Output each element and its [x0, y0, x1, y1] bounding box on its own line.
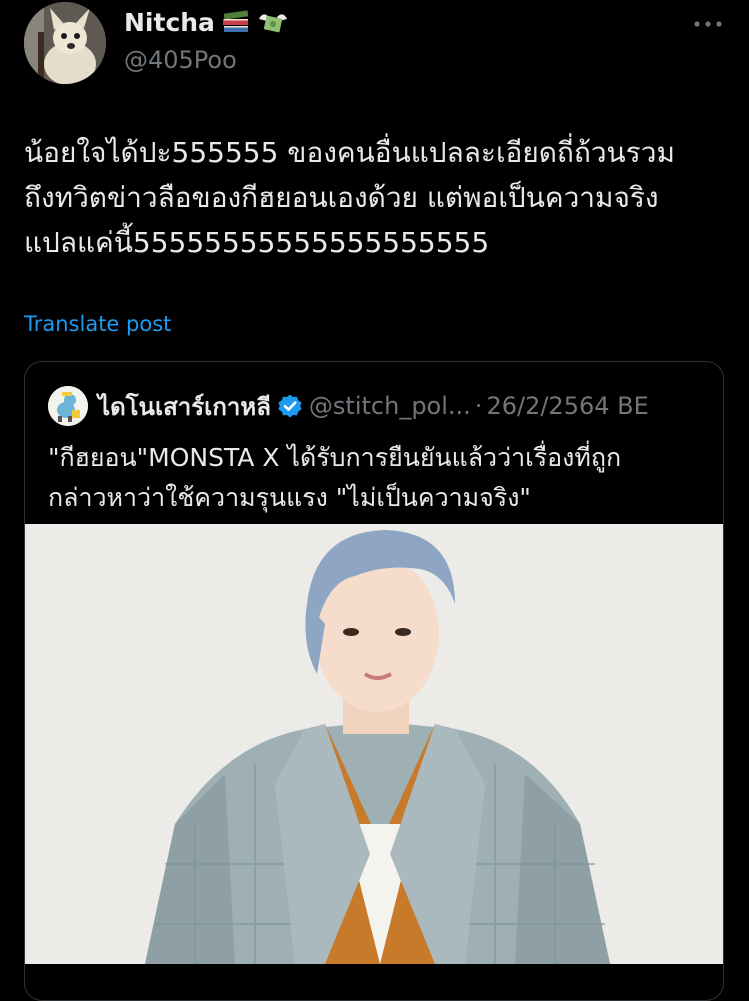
tweet-text-line: แปลแค่นี้55555555555555555555 — [24, 226, 490, 259]
books-emoji-icon — [221, 9, 251, 37]
dog-avatar-icon — [24, 2, 106, 84]
quoted-author-name[interactable]: ไดโนเสาร์เกาหลี — [98, 387, 271, 426]
quoted-text-line: "กีฮยอน"MONSTA X ได้รับการยืนยันแล้วว่าเ… — [48, 443, 622, 472]
tweet-text: น้อยใจได้ปะ555555 ของคนอื่นแปลละเอียดถี่… — [24, 130, 734, 265]
header-separator: · — [474, 392, 483, 420]
quoted-text-line: กล่าวหาว่าใช้ความรุนแรง "ไม่เป็นความจริง… — [48, 483, 531, 512]
person-photo-icon — [25, 524, 723, 964]
verified-badge-icon — [278, 394, 302, 418]
translate-post-link[interactable]: Translate post — [24, 312, 171, 336]
quoted-tweet-card[interactable]: ไดโนเสาร์เกาหลี @stitch_pol... · 26/2/25… — [24, 361, 724, 1001]
author-avatar[interactable] — [24, 2, 106, 84]
more-dots-icon — [694, 21, 722, 27]
tweet-text-line: ถึงทวิตข่าวลือของกีฮยอนเองด้วย แต่พอเป็น… — [24, 181, 659, 214]
dinosaur-avatar-icon — [48, 386, 88, 426]
money-wings-emoji-icon — [257, 9, 287, 37]
author-handle[interactable]: @405Poo — [124, 46, 237, 74]
quoted-tweet-image[interactable] — [25, 524, 723, 964]
quoted-tweet-header: ไดโนเสาร์เกาหลี @stitch_pol... · 26/2/25… — [48, 385, 649, 427]
quoted-tweet-text: "กีฮยอน"MONSTA X ได้รับการยืนยันแล้วว่าเ… — [48, 438, 621, 518]
tweet-text-line: น้อยใจได้ปะ555555 ของคนอื่นแปลละเอียดถี่… — [24, 136, 675, 169]
author-name-text: Nitcha — [124, 8, 215, 37]
more-options-button[interactable] — [690, 12, 726, 36]
author-display-name[interactable]: Nitcha — [124, 8, 287, 37]
quoted-author-handle: @stitch_pol... — [308, 392, 471, 420]
quoted-tweet-date[interactable]: 26/2/2564 BE — [486, 392, 648, 420]
quoted-author-avatar[interactable] — [48, 386, 88, 426]
